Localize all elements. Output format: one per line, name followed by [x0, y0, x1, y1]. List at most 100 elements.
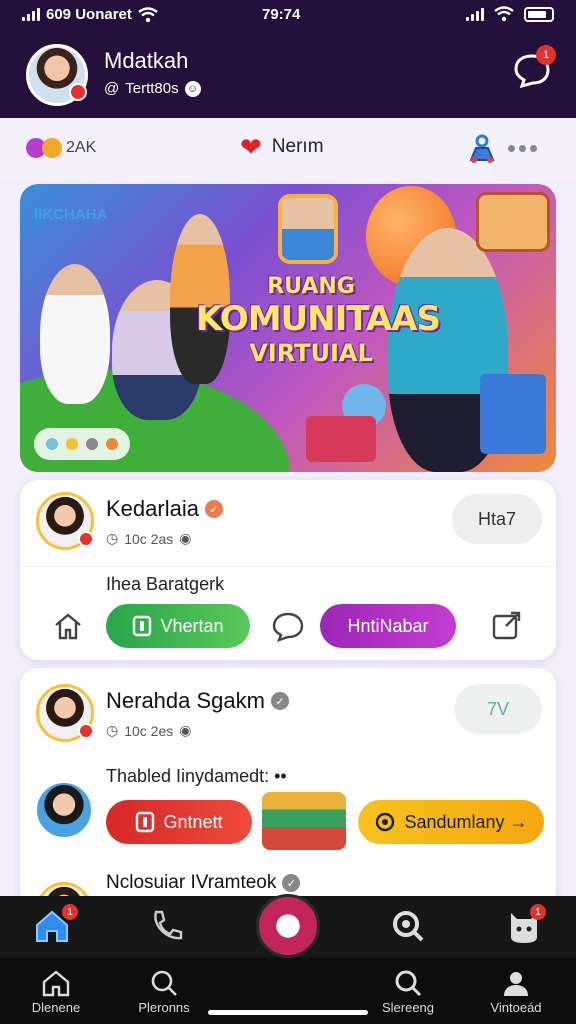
home-tab-badge: 1	[62, 904, 78, 920]
headline-line-1: RUANG	[267, 274, 355, 299]
control-dot-icon	[86, 438, 98, 450]
comment-icon[interactable]	[272, 610, 304, 642]
secondary-action-label: HntiNabar	[347, 615, 429, 636]
status-bar: 609 Uonaret 79:74	[0, 0, 576, 32]
toy-fox-illustration	[476, 192, 550, 252]
nav-label: Vintoeád	[490, 1000, 542, 1015]
post-author[interactable]: Kedarlaia ✓	[106, 496, 223, 522]
post-text: Thabled Iinydamedt: ••	[106, 766, 287, 787]
primary-action-label: Gntnett	[163, 811, 223, 832]
home-icon[interactable]	[52, 610, 84, 642]
next-post-author-name: Nclosuiar IVramteok	[106, 872, 277, 893]
post-meta: ◷ 10c 2as ◉	[106, 530, 191, 547]
profile-tab-badge: 1	[530, 904, 546, 920]
avatar[interactable]	[36, 492, 94, 550]
post-time: 10c 2as	[124, 530, 174, 547]
profile-handle: @ Tertt80s ☺	[104, 80, 201, 97]
headline-line-2: KOMUNITAAS	[196, 299, 441, 339]
verified-icon: ✓	[282, 874, 301, 892]
nav-label: Dlenene	[31, 1000, 81, 1015]
reaction-counter[interactable]: 2AK	[26, 138, 96, 158]
control-dot-icon	[66, 438, 78, 450]
secondary-action-button[interactable]: Sandumlany →	[358, 800, 544, 844]
secondary-action-label: Sandumlany →	[404, 811, 528, 832]
post-text: Ihea Baratgerk	[106, 574, 225, 594]
globe-icon: ◉	[179, 530, 192, 546]
banner-headline: RUANG KOMUNITAAS VIRTUIAL	[196, 274, 441, 367]
post-card: Kedarlaia ✓ ◷ 10c 2as ◉ Hta7 Ihea Baratg…	[20, 480, 556, 660]
create-post-button[interactable]	[256, 894, 320, 958]
verified-icon: ✓	[204, 500, 223, 518]
home-outline-icon	[42, 970, 70, 997]
tab-calls[interactable]	[144, 904, 188, 948]
refresh-icon	[376, 812, 395, 832]
next-post-author[interactable]: Nclosuiar IVramteok ✓	[106, 872, 301, 894]
primary-action-label: Vhertan	[160, 615, 224, 636]
at-icon: @	[104, 80, 120, 97]
box-icon	[136, 811, 155, 833]
clock: 79:74	[262, 6, 301, 23]
coin-orange-icon	[42, 138, 62, 158]
nav-item-profile[interactable]: Vintoeád	[466, 966, 566, 1015]
online-status-dot	[78, 531, 94, 547]
user-icon	[504, 972, 528, 996]
wifi-icon	[138, 6, 158, 22]
control-dot-icon	[46, 438, 58, 450]
profile-avatar[interactable]	[26, 44, 88, 106]
eyes-icon: ••	[274, 766, 287, 786]
nav-item-search[interactable]: Pleronns	[114, 966, 214, 1015]
search-icon	[395, 970, 422, 997]
primary-action-button[interactable]: Gntnett	[106, 800, 252, 844]
present-box-illustration	[306, 416, 376, 462]
secondary-action-button[interactable]: HntiNabar	[320, 604, 456, 648]
home-indicator[interactable]	[208, 1010, 368, 1015]
follow-button[interactable]: 7V	[454, 684, 542, 734]
gift-box-illustration	[262, 792, 346, 850]
wifi-icon	[494, 6, 514, 22]
network-icon[interactable]	[466, 132, 498, 164]
online-status-dot	[69, 83, 87, 101]
follow-button[interactable]: Hta7	[452, 494, 542, 544]
battery-icon	[524, 6, 554, 22]
post-author[interactable]: Nerahda Sgakm ✓	[106, 688, 289, 714]
carrier-label: 609 Uonaret	[46, 6, 132, 23]
clock-icon: ◷	[106, 530, 119, 546]
banner-tag: IIKCHAHA	[34, 206, 108, 223]
post-time: 10c 2es	[124, 722, 174, 739]
clock-icon: ◷	[106, 722, 119, 738]
tab-explore[interactable]	[386, 904, 430, 948]
notification-badge: 1	[536, 45, 556, 65]
present-box-illustration	[480, 374, 546, 454]
share-icon[interactable]	[490, 608, 524, 642]
phone-icon	[154, 910, 183, 940]
globe-icon: ◉	[179, 722, 192, 738]
person-illustration	[40, 264, 110, 404]
profile-name[interactable]: Mdatkah	[104, 48, 188, 74]
nav-label: Pleronns	[138, 1000, 190, 1015]
commenter-avatar[interactable]	[34, 780, 94, 840]
community-banner[interactable]: IIKCHAHA RUANG KOMUNITAAS VIRTUIAL	[20, 184, 556, 472]
post-author-name: Kedarlaia	[106, 496, 199, 521]
signal-icon	[22, 8, 40, 21]
post-author-name: Nerahda Sgakm	[106, 688, 265, 713]
handle-text: Tertt80s	[125, 80, 179, 97]
online-status-dot	[78, 723, 94, 739]
more-options-icon[interactable]	[508, 144, 537, 152]
nav-item-home[interactable]: Dlenene	[6, 966, 106, 1015]
feed-label: Nerım	[271, 136, 324, 157]
verified-icon: ✓	[270, 692, 289, 710]
feed-selector[interactable]: ❤ Nerım	[240, 134, 324, 160]
nav-item-discover[interactable]: Slereeng	[358, 966, 458, 1015]
nav-label: Slereeng	[381, 1000, 435, 1015]
primary-action-button[interactable]: Vhertan	[106, 604, 250, 648]
heart-icon: ❤	[240, 132, 262, 162]
post-meta: ◷ 10c 2es ◉	[106, 722, 191, 739]
sub-header: 2AK ❤ Nerım	[0, 118, 576, 180]
search-icon	[151, 970, 177, 996]
control-dot-icon	[106, 438, 118, 450]
banner-controls[interactable]	[34, 428, 130, 460]
avatar[interactable]	[36, 684, 94, 742]
search-icon	[393, 911, 424, 942]
divider	[20, 566, 556, 567]
smile-icon: ☺	[184, 80, 201, 97]
